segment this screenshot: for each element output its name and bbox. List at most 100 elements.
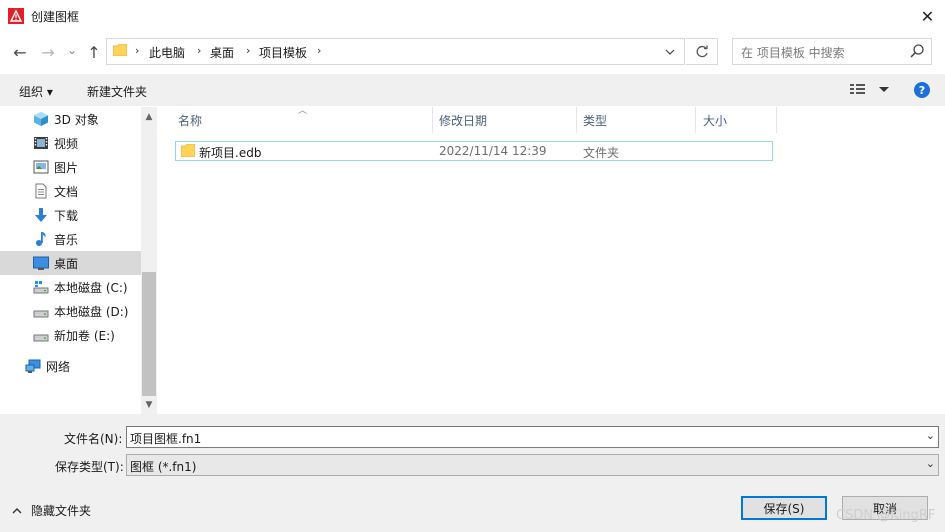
breadcrumb-separator: › [135, 44, 140, 57]
drive-icon [33, 303, 49, 319]
sidebar-item-drive-c[interactable]: 本地磁盘 (C:) [0, 275, 140, 299]
close-icon: ✕ [920, 6, 935, 26]
address-bar[interactable]: › 此电脑 › 桌面 › 项目模板 › [106, 38, 685, 65]
pictures-icon [33, 159, 49, 175]
sidebar-item-drive-d[interactable]: 本地磁盘 (D:) [0, 299, 140, 323]
column-header-type[interactable]: 类型 [583, 107, 695, 133]
save-options-panel: 文件名(N): 项目图框.fn1 ⌄ 保存类型(T): 图框 (*.fn1) ⌄… [0, 414, 945, 532]
sidebar-item-label: 桌面 [54, 256, 79, 271]
sidebar-item-label: 本地磁盘 (D:) [54, 304, 129, 319]
drive-c-icon [33, 279, 49, 295]
chevron-down-icon: ⌄ [66, 43, 78, 57]
desktop-icon [33, 255, 49, 271]
up-arrow-icon: ↑ [87, 42, 101, 62]
sidebar-item-label: 音乐 [54, 232, 79, 247]
file-type-cell: 文件夹 [583, 146, 620, 160]
refresh-icon [696, 45, 708, 57]
file-modified-cell: 2022/11/14 12:39 [439, 144, 547, 158]
view-options-icon [850, 84, 865, 94]
sidebar-item-label: 本地磁盘 (C:) [54, 280, 128, 295]
close-button[interactable]: ✕ [910, 0, 945, 32]
filename-label: 文件名(N): [64, 432, 123, 446]
column-divider[interactable] [776, 107, 777, 133]
sidebar-item-pictures[interactable]: 图片 [0, 155, 140, 179]
column-divider[interactable] [576, 107, 577, 133]
chevron-down-icon[interactable]: ⌄ [926, 429, 935, 442]
column-header-modified[interactable]: 修改日期 [439, 107, 576, 133]
scroll-thumb[interactable] [142, 272, 156, 396]
sidebar-item-label: 新加卷 (E:) [54, 328, 115, 343]
sidebar-scrollbar[interactable]: ▲ ▼ [141, 107, 157, 414]
sidebar-item-videos[interactable]: 视频 [0, 131, 140, 155]
column-header-size[interactable]: 大小 [703, 107, 776, 133]
sidebar-item-desktop[interactable]: 桌面 [0, 251, 141, 275]
folder-icon [112, 43, 128, 57]
sidebar-item-label: 图片 [54, 160, 79, 175]
column-divider[interactable] [432, 107, 433, 133]
refresh-button[interactable] [686, 38, 718, 65]
hide-folders-label: 隐藏文件夹 [31, 504, 92, 518]
command-toolbar: 组织 ▾ 新建文件夹 ? [0, 74, 945, 106]
filetype-select[interactable]: 图框 (*.fn1) ⌄ [126, 454, 939, 476]
scroll-up-icon[interactable]: ▲ [141, 109, 157, 125]
3d-objects-icon [33, 111, 49, 127]
forward-button[interactable]: → [37, 41, 59, 63]
folder-icon [180, 143, 196, 160]
filetype-value: 图框 (*.fn1) [130, 460, 197, 474]
sidebar-item-label: 网络 [46, 359, 71, 374]
chevron-up-icon [12, 508, 22, 514]
filetype-label: 保存类型(T): [55, 460, 124, 474]
save-button[interactable]: 保存(S) [741, 496, 827, 520]
back-button[interactable]: ← [9, 41, 31, 63]
sidebar-item-label: 下载 [54, 208, 79, 223]
file-name-cell: 新项目.edb [199, 146, 262, 160]
table-row[interactable]: 新项目.edb 2022/11/14 12:39 文件夹 [175, 141, 773, 161]
filename-combobox[interactable]: 项目图框.fn1 ⌄ [126, 426, 939, 448]
recent-locations-button[interactable]: ⌄ [61, 39, 83, 61]
title-bar: 创建图框 ✕ [0, 0, 945, 32]
search-box[interactable]: 在 项目模板 中搜索 [732, 38, 932, 65]
sidebar-item-label: 文档 [54, 184, 79, 199]
back-arrow-icon: ← [13, 42, 27, 62]
new-folder-button[interactable]: 新建文件夹 [87, 83, 147, 100]
breadcrumb-desktop[interactable]: 桌面 [210, 44, 234, 61]
sidebar-item-label: 3D 对象 [54, 112, 99, 127]
search-input[interactable]: 在 项目模板 中搜索 [741, 44, 845, 61]
help-icon[interactable]: ? [914, 82, 930, 98]
breadcrumb-this-pc[interactable]: 此电脑 [149, 44, 185, 61]
breadcrumb-separator[interactable]: › [246, 44, 250, 57]
chevron-down-icon[interactable]: ⌄ [926, 457, 935, 470]
column-header-name[interactable]: 名称 [178, 107, 432, 133]
column-divider[interactable] [695, 107, 696, 133]
sidebar-item-network[interactable]: 网络 [0, 354, 140, 378]
sidebar-item-label: 视频 [54, 136, 79, 151]
sidebar-item-documents[interactable]: 文档 [0, 179, 140, 203]
window-title: 创建图框 [31, 10, 80, 24]
search-icon[interactable] [909, 43, 925, 59]
forward-arrow-icon: → [41, 42, 55, 62]
video-icon [33, 135, 49, 151]
filename-field[interactable]: 项目图框.fn1 [130, 430, 201, 447]
breadcrumb-separator[interactable]: › [317, 44, 321, 57]
breadcrumb-separator[interactable]: › [197, 44, 201, 57]
network-icon [25, 358, 41, 374]
sidebar-item-downloads[interactable]: 下载 [0, 203, 140, 227]
breadcrumb-project-templates[interactable]: 项目模板 [259, 44, 307, 61]
hide-folders-toggle[interactable]: 隐藏文件夹 [12, 502, 91, 519]
navigation-pane: 3D 对象 视频 图片 文档 下载 音乐 桌面 本地磁盘 (C:) 本地磁盘 (… [0, 107, 157, 414]
sidebar-item-3d-objects[interactable]: 3D 对象 [0, 107, 140, 131]
change-view-button[interactable] [850, 83, 890, 95]
address-dropdown-button[interactable] [660, 42, 680, 62]
watermark-text: CSDN @KingRF [836, 508, 936, 523]
chevron-down-icon [665, 49, 675, 55]
sidebar-item-music[interactable]: 音乐 [0, 227, 140, 251]
up-button[interactable]: ↑ [83, 41, 105, 63]
chevron-down-icon [879, 87, 889, 92]
organize-menu-button[interactable]: 组织 ▾ [19, 83, 53, 100]
sidebar-item-drive-e[interactable]: 新加卷 (E:) [0, 323, 140, 347]
documents-icon [33, 183, 49, 199]
scroll-down-icon[interactable]: ▼ [141, 397, 157, 413]
app-logo-icon [8, 8, 24, 24]
file-list: ︿ 名称 修改日期 类型 大小 新项目.edb 2022/11/14 12:39… [160, 106, 945, 414]
drive-icon [33, 327, 49, 343]
